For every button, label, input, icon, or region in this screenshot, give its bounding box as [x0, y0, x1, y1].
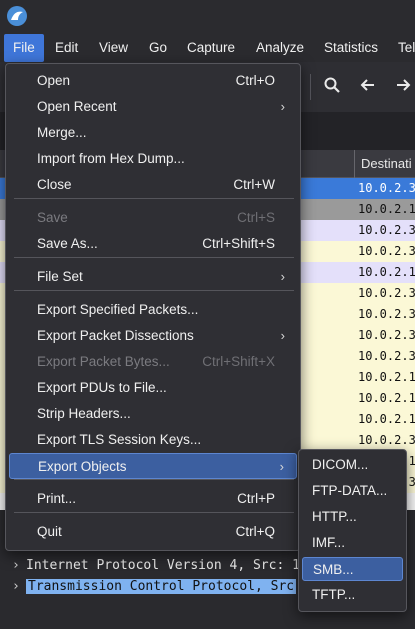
- menu-separator: [14, 257, 294, 258]
- expand-arrow-icon[interactable]: ›: [12, 576, 26, 597]
- go-back-icon[interactable]: [357, 76, 379, 98]
- wireshark-fin-icon: [7, 6, 27, 26]
- menu-item-label: Export Objects: [38, 459, 127, 474]
- menu-item-label: Export PDUs to File...: [37, 380, 167, 395]
- menu-item-shortcut: Ctrl+Q: [235, 524, 275, 539]
- menu-item-open[interactable]: Open Ctrl+O: [9, 68, 297, 94]
- menu-item-label: Export Specified Packets...: [37, 302, 199, 317]
- menu-item-import-from-hex-dump[interactable]: Import from Hex Dump...: [9, 146, 297, 172]
- menu-item-strip-headers[interactable]: Strip Headers...: [9, 401, 297, 427]
- menu-item-shortcut: Ctrl+Shift+X: [202, 354, 275, 369]
- menu-item-label: Export Packet Dissections: [37, 328, 194, 343]
- menu-item-label: Open Recent: [37, 99, 117, 114]
- go-forward-icon[interactable]: [392, 76, 414, 98]
- menu-separator: [14, 290, 294, 291]
- menu-bar: File Edit View Go Capture Analyze Statis…: [0, 34, 415, 62]
- menu-telephony[interactable]: Tel: [389, 34, 415, 62]
- menu-item-label: Quit: [37, 524, 62, 539]
- packet-destination: 10.0.2.3: [358, 181, 415, 195]
- submenu-arrow-icon: ›: [279, 459, 284, 474]
- menu-item-export-tls-session-keys[interactable]: Export TLS Session Keys...: [9, 427, 297, 453]
- menu-item-quit[interactable]: Quit Ctrl+Q: [9, 519, 297, 545]
- column-destination[interactable]: Destinati: [354, 150, 412, 178]
- detail-text: Transmission Control Protocol, Src: [26, 579, 297, 594]
- submenu-arrow-icon: ›: [280, 328, 285, 343]
- packet-destination: 10.0.2.3: [358, 286, 415, 300]
- export-objects-submenu: DICOM... FTP-DATA... HTTP... IMF... SMB... TF…: [298, 449, 407, 612]
- menu-separator: [14, 512, 294, 513]
- packet-destination: 10.0.2.3: [358, 223, 415, 237]
- menu-item-label: Merge...: [37, 125, 87, 140]
- packet-destination: 10.0.2.1: [358, 265, 415, 279]
- menu-item-export-packet-bytes: Export Packet Bytes... Ctrl+Shift+X: [9, 349, 297, 375]
- menu-edit[interactable]: Edit: [46, 34, 87, 62]
- detail-text: Internet Protocol Version 4, Src: 1: [26, 558, 300, 573]
- title-bar: [0, 0, 415, 34]
- packet-destination: 10.0.2.3: [358, 349, 415, 363]
- packet-destination: 10.0.2.1: [358, 412, 415, 426]
- menu-item-label: Export Packet Bytes...: [37, 354, 170, 369]
- export-objects-item-imf[interactable]: IMF...: [302, 531, 403, 555]
- packet-destination: 10.0.2.3: [358, 328, 415, 342]
- menu-item-export-packet-dissections[interactable]: Export Packet Dissections ›: [9, 323, 297, 349]
- menu-item-merge[interactable]: Merge...: [9, 120, 297, 146]
- menu-item-save-as[interactable]: Save As... Ctrl+Shift+S: [9, 231, 297, 257]
- export-objects-item-ftp-data[interactable]: FTP-DATA...: [302, 479, 403, 503]
- expand-arrow-icon[interactable]: ›: [12, 555, 26, 576]
- search-icon[interactable]: [321, 76, 343, 98]
- menu-separator: [14, 198, 294, 199]
- menu-item-label: Close: [37, 177, 72, 192]
- menu-item-label: Save: [37, 210, 68, 225]
- packet-destination: 10.0.2.3: [358, 433, 415, 447]
- menu-item-print[interactable]: Print... Ctrl+P: [9, 486, 297, 512]
- packet-destination: 10.0.2.3: [358, 307, 415, 321]
- menu-item-shortcut: Ctrl+S: [237, 210, 275, 225]
- menu-item-label: Print...: [37, 491, 77, 506]
- packet-destination: 10.0.2.3: [358, 244, 415, 258]
- packet-destination: 10.0.2.1: [358, 391, 415, 405]
- packet-destination: 10.0.2.1: [358, 202, 415, 216]
- menu-view[interactable]: View: [90, 34, 137, 62]
- export-objects-item-dicom[interactable]: DICOM...: [302, 453, 403, 477]
- menu-file[interactable]: File: [4, 34, 44, 62]
- detail-row-ipv4[interactable]: › Internet Protocol Version 4, Src: 1: [12, 555, 300, 576]
- menu-item-file-set[interactable]: File Set ›: [9, 264, 297, 290]
- export-objects-item-smb[interactable]: SMB...: [302, 557, 403, 581]
- menu-item-open-recent[interactable]: Open Recent ›: [9, 94, 297, 120]
- packet-destination: 10.0.2.1: [358, 370, 415, 384]
- menu-item-label: Export TLS Session Keys...: [37, 432, 202, 447]
- menu-statistics[interactable]: Statistics: [315, 34, 387, 62]
- menu-capture[interactable]: Capture: [178, 34, 244, 62]
- menu-item-save: Save Ctrl+S: [9, 205, 297, 231]
- menu-item-shortcut: Ctrl+Shift+S: [202, 236, 275, 251]
- menu-item-export-specified-packets[interactable]: Export Specified Packets...: [9, 297, 297, 323]
- menu-item-label: Strip Headers...: [37, 406, 131, 421]
- menu-item-label: Open: [37, 73, 71, 88]
- toolbar-separator: [310, 74, 311, 100]
- menu-item-label: Import from Hex Dump...: [37, 151, 185, 166]
- menu-analyze[interactable]: Analyze: [247, 34, 313, 62]
- submenu-arrow-icon: ›: [280, 99, 285, 114]
- menu-item-close[interactable]: Close Ctrl+W: [9, 172, 297, 198]
- menu-item-export-objects[interactable]: Export Objects ›: [9, 453, 297, 479]
- menu-item-shortcut: Ctrl+O: [235, 73, 275, 88]
- export-objects-item-tftp[interactable]: TFTP...: [302, 583, 403, 607]
- menu-item-label: File Set: [37, 269, 83, 284]
- menu-item-label: Save As...: [37, 236, 98, 251]
- menu-go[interactable]: Go: [140, 34, 176, 62]
- menu-item-shortcut: Ctrl+W: [233, 177, 275, 192]
- submenu-arrow-icon: ›: [280, 269, 285, 284]
- detail-row-tcp[interactable]: › Transmission Control Protocol, Src: [12, 576, 297, 597]
- file-menu: Open Ctrl+O Open Recent › Merge... Import fro…: [5, 63, 301, 551]
- export-objects-item-http[interactable]: HTTP...: [302, 505, 403, 529]
- menu-item-shortcut: Ctrl+P: [237, 491, 275, 506]
- menu-item-export-pdus-to-file[interactable]: Export PDUs to File...: [9, 375, 297, 401]
